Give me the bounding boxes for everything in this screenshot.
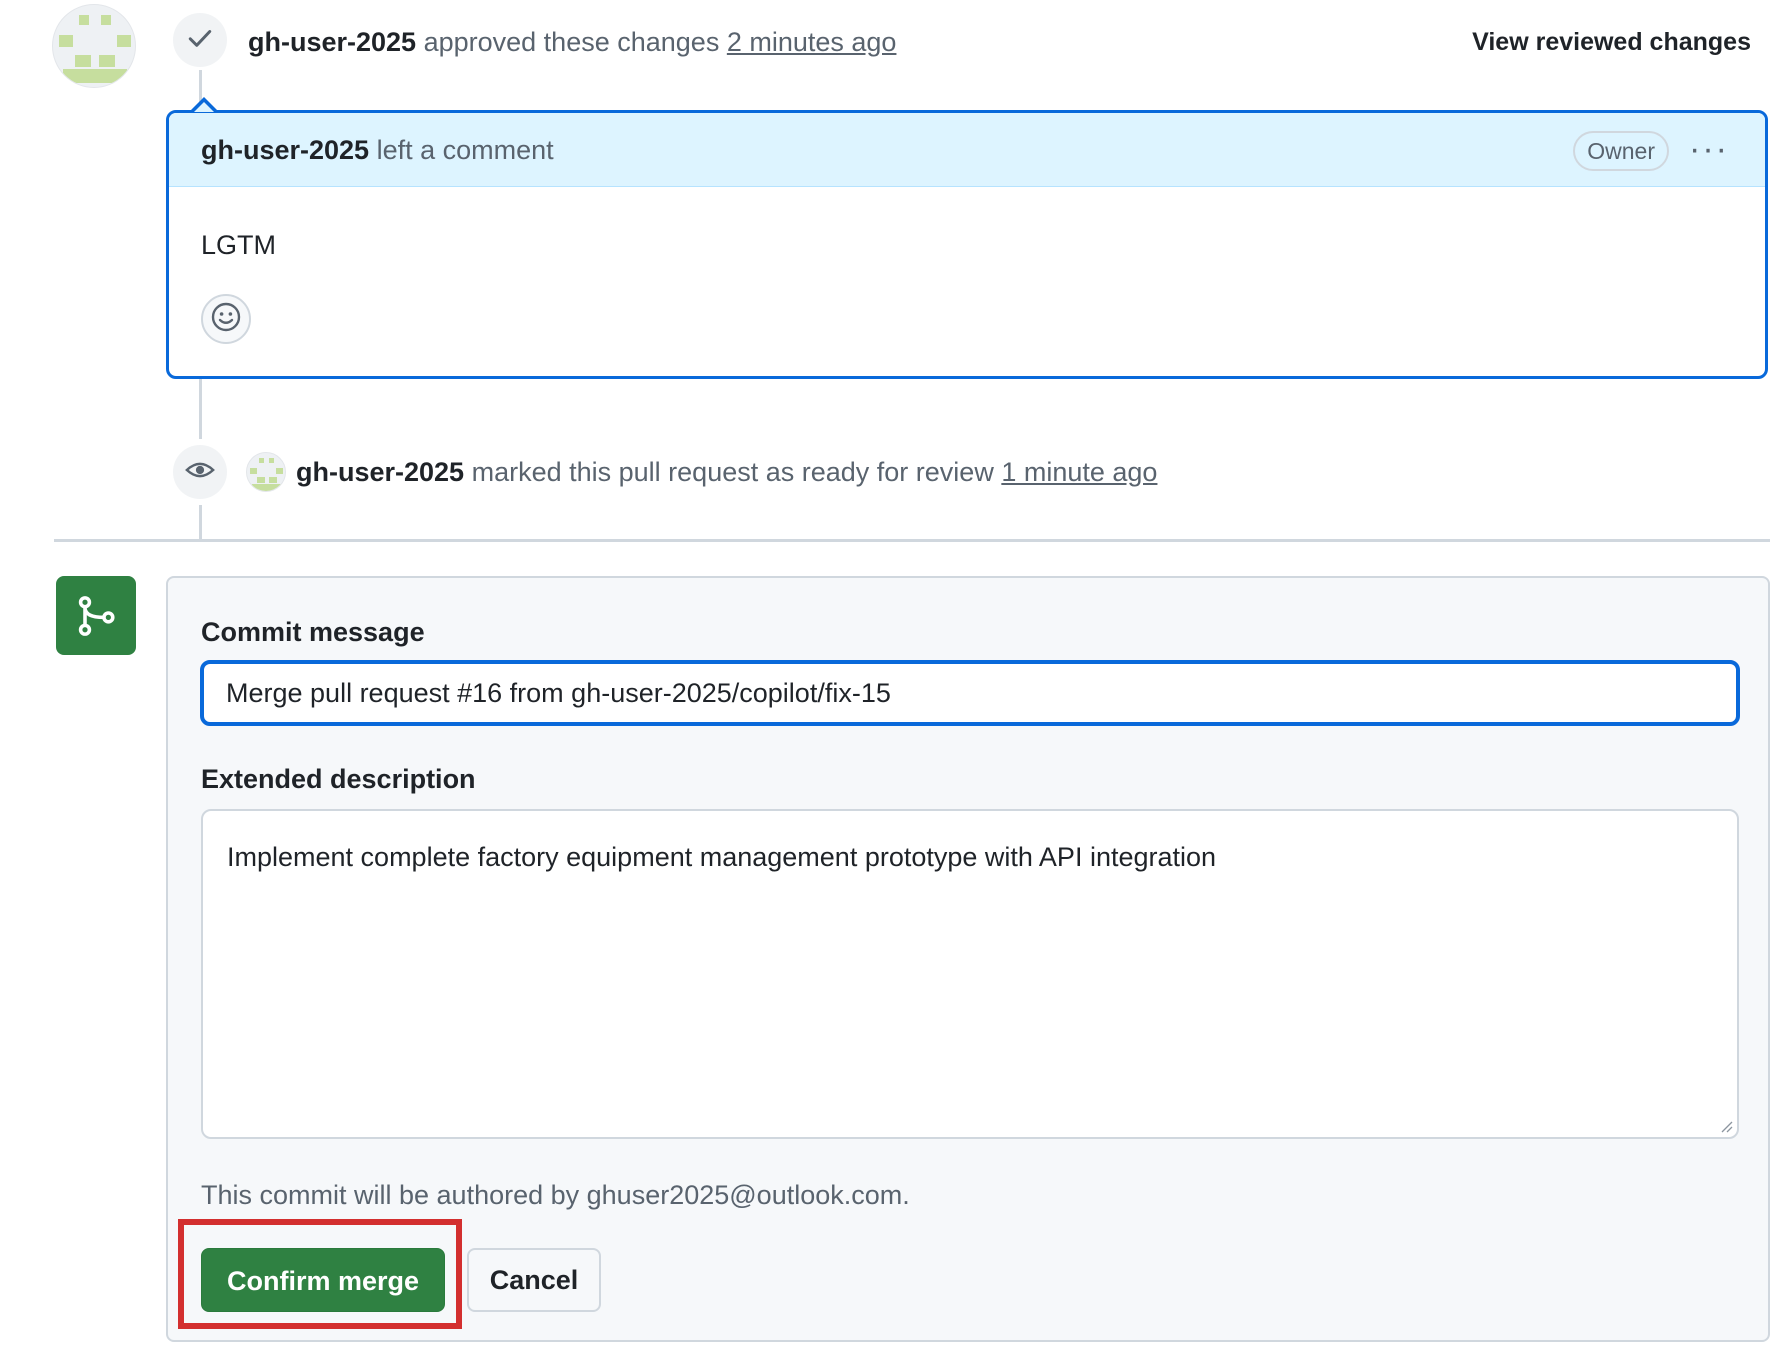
resize-handle-icon[interactable] — [1719, 1119, 1733, 1133]
timeline-line — [199, 379, 202, 439]
extended-description-value: Implement complete factory equipment man… — [227, 842, 1217, 872]
ready-badge — [173, 445, 227, 499]
owner-badge: Owner — [1573, 131, 1669, 171]
review-badge — [173, 13, 227, 67]
cancel-button[interactable]: Cancel — [467, 1248, 601, 1312]
merge-icon — [56, 576, 136, 655]
extended-description-label: Extended description — [201, 764, 476, 794]
timeline-line — [199, 505, 202, 539]
ready-user-link[interactable]: gh-user-2025 — [296, 457, 464, 487]
ready-action-text: marked this pull request as ready for re… — [471, 457, 994, 487]
extended-description-textarea[interactable]: Implement complete factory equipment man… — [201, 809, 1739, 1139]
eye-icon — [185, 455, 215, 490]
comment-header: gh-user-2025 left a comment Owner ··· — [169, 113, 1765, 187]
review-time-link[interactable]: 2 minutes ago — [727, 27, 897, 57]
highlight-box — [178, 1219, 462, 1329]
smiley-icon — [210, 301, 242, 338]
review-user-link[interactable]: gh-user-2025 — [248, 27, 416, 57]
commit-message-input[interactable]: Merge pull request #16 from gh-user-2025… — [200, 660, 1740, 726]
comment-tail-inner — [194, 102, 214, 112]
more-options-icon[interactable]: ··· — [1689, 129, 1729, 169]
timeline-divider — [54, 539, 1770, 542]
commit-author-note: This commit will be authored by ghuser20… — [201, 1180, 910, 1210]
commit-message-label: Commit message — [201, 617, 425, 647]
check-icon — [187, 25, 213, 56]
add-reaction-button[interactable] — [201, 294, 251, 344]
ready-user-avatar[interactable] — [246, 452, 286, 492]
review-action-text: approved these changes — [423, 27, 720, 57]
view-reviewed-changes-link[interactable]: View reviewed changes — [1472, 22, 1751, 62]
comment-header-text: gh-user-2025 left a comment — [201, 130, 554, 170]
review-comment: gh-user-2025 left a comment Owner ··· LG… — [166, 110, 1768, 379]
ready-time-link[interactable]: 1 minute ago — [1001, 457, 1157, 487]
review-event: gh-user-2025 approved these changes 2 mi… — [248, 22, 896, 62]
comment-body: LGTM — [201, 230, 277, 260]
reviewer-avatar[interactable] — [52, 4, 136, 88]
comment-action-text: left a comment — [376, 135, 554, 165]
ready-event: gh-user-2025 marked this pull request as… — [296, 452, 1157, 492]
comment-user-link[interactable]: gh-user-2025 — [201, 135, 369, 165]
